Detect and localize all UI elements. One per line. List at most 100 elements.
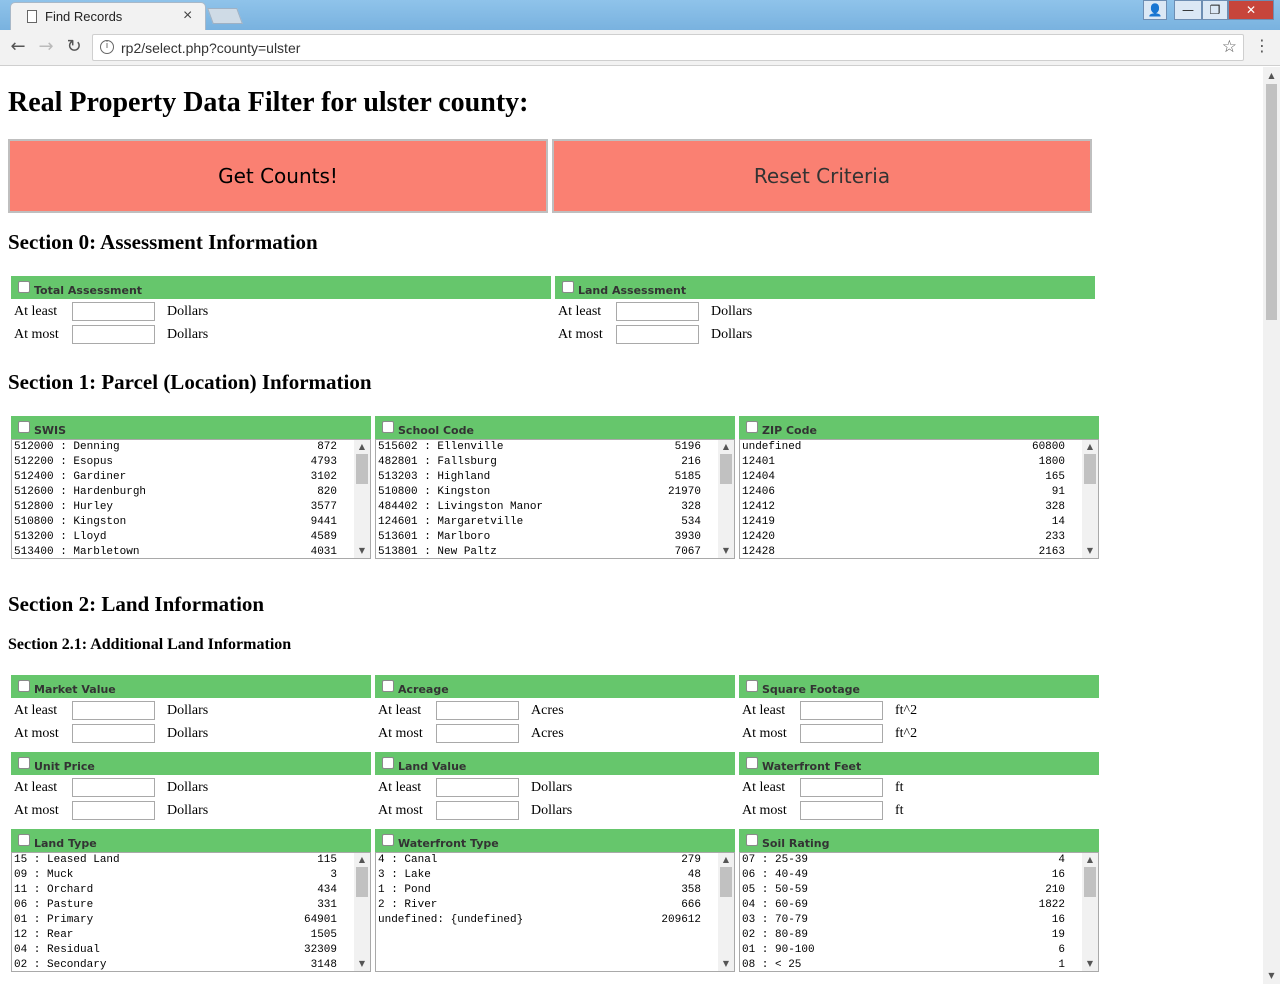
info-icon[interactable]: i <box>100 40 114 54</box>
scroll-up-icon[interactable]: ▲ <box>1082 853 1098 867</box>
waterfront-type-listbox[interactable]: 4 : Canal 279 3 : Lake 48 1 : Pond 358 2 : Riv… <box>375 852 735 972</box>
scroll-down-icon[interactable]: ▼ <box>354 544 370 558</box>
scroll-up-icon[interactable]: ▲ <box>1082 440 1098 454</box>
scroll-down-icon[interactable]: ▼ <box>354 957 370 971</box>
market-value-max-input[interactable] <box>72 724 155 743</box>
browser-menu-icon[interactable]: ⋮ <box>1254 36 1270 55</box>
total-assessment-checkbox[interactable] <box>18 281 30 293</box>
zip-code-checkbox[interactable] <box>746 421 758 433</box>
list-option[interactable]: 04 : 60-69 1822 <box>740 898 1098 913</box>
list-option[interactable]: 15 : Leased Land 115 <box>12 853 370 868</box>
list-option[interactable]: 510800 : Kingston 9441 <box>12 515 370 530</box>
scroll-down-icon[interactable]: ▼ <box>1263 967 1280 984</box>
scroll-thumb[interactable] <box>356 454 368 484</box>
swis-listbox[interactable]: 512000 : Denning 872 512200 : Esopus 4793 51… <box>11 439 371 559</box>
list-option[interactable]: 512600 : Hardenburgh 820 <box>12 485 370 500</box>
list-option[interactable]: 513801 : New Paltz 7067 <box>376 545 734 558</box>
scroll-down-icon[interactable]: ▼ <box>1082 544 1098 558</box>
list-option[interactable]: 12406 91 <box>740 485 1098 500</box>
minimize-button[interactable]: — <box>1174 0 1202 20</box>
list-option[interactable]: 07 : 25-39 4 <box>740 853 1098 868</box>
list-option[interactable]: 08 : < 25 1 <box>740 958 1098 971</box>
swis-scrollbar[interactable]: ▲ ▼ <box>354 440 370 558</box>
list-option[interactable]: 482801 : Fallsburg 216 <box>376 455 734 470</box>
swis-checkbox[interactable] <box>18 421 30 433</box>
square-footage-min-input[interactable] <box>800 701 883 720</box>
list-option[interactable]: 12 : Rear 1505 <box>12 928 370 943</box>
list-option[interactable]: 01 : 90-100 6 <box>740 943 1098 958</box>
land-assessment-min-input[interactable] <box>616 302 699 321</box>
list-option[interactable]: 510800 : Kingston 21970 <box>376 485 734 500</box>
scroll-thumb[interactable] <box>720 454 732 484</box>
list-option[interactable]: 515602 : Ellenville 5196 <box>376 440 734 455</box>
school-code-listbox[interactable]: 515602 : Ellenville 5196 482801 : Fallsbur… <box>375 439 735 559</box>
total-assessment-max-input[interactable] <box>72 325 155 344</box>
land-type-scrollbar[interactable]: ▲ ▼ <box>354 853 370 971</box>
new-tab-button[interactable] <box>207 8 243 24</box>
browser-tab[interactable]: Find Records × <box>10 2 206 30</box>
market-value-min-input[interactable] <box>72 701 155 720</box>
waterfront-feet-min-input[interactable] <box>800 778 883 797</box>
list-option[interactable]: 513601 : Marlboro 3930 <box>376 530 734 545</box>
scroll-thumb[interactable] <box>356 867 368 897</box>
acreage-min-input[interactable] <box>436 701 519 720</box>
waterfront-feet-checkbox[interactable] <box>746 757 758 769</box>
list-option[interactable]: 09 : Muck 3 <box>12 868 370 883</box>
list-option[interactable]: 12401 1800 <box>740 455 1098 470</box>
list-option[interactable]: 512800 : Hurley 3577 <box>12 500 370 515</box>
list-option[interactable]: 12428 2163 <box>740 545 1098 558</box>
forward-button[interactable]: → <box>36 36 56 57</box>
scroll-down-icon[interactable]: ▼ <box>1082 957 1098 971</box>
zip-code-scrollbar[interactable]: ▲ ▼ <box>1082 440 1098 558</box>
zip-code-listbox[interactable]: undefined 60800 12401 1800 12404 165 12406 91 12… <box>739 439 1099 559</box>
list-option[interactable]: 4 : Canal 279 <box>376 853 734 868</box>
scroll-up-icon[interactable]: ▲ <box>354 440 370 454</box>
scroll-down-icon[interactable]: ▼ <box>718 957 734 971</box>
list-option[interactable]: 11 : Orchard 434 <box>12 883 370 898</box>
scroll-thumb[interactable] <box>1084 867 1096 897</box>
list-option[interactable]: 06 : 40-49 16 <box>740 868 1098 883</box>
list-option[interactable]: 1 : Pond 358 <box>376 883 734 898</box>
soil-rating-listbox[interactable]: 07 : 25-39 4 06 : 40-49 16 05 : 50-59 210 04 :… <box>739 852 1099 972</box>
maximize-button[interactable]: ❐ <box>1202 0 1228 20</box>
list-option[interactable]: 3 : Lake 48 <box>376 868 734 883</box>
acreage-max-input[interactable] <box>436 724 519 743</box>
list-option[interactable]: 12404 165 <box>740 470 1098 485</box>
scroll-up-icon[interactable]: ▲ <box>718 853 734 867</box>
land-value-min-input[interactable] <box>436 778 519 797</box>
back-button[interactable]: ← <box>8 36 28 57</box>
reload-button[interactable]: ↻ <box>64 36 84 57</box>
window-close-button[interactable]: ✕ <box>1228 0 1274 20</box>
land-type-listbox[interactable]: 15 : Leased Land 115 09 : Muck 3 11 : Orchar… <box>11 852 371 972</box>
land-type-checkbox[interactable] <box>18 834 30 846</box>
land-value-checkbox[interactable] <box>382 757 394 769</box>
list-option[interactable]: 513203 : Highland 5185 <box>376 470 734 485</box>
bookmark-star-icon[interactable]: ☆ <box>1222 37 1237 57</box>
square-footage-max-input[interactable] <box>800 724 883 743</box>
acreage-checkbox[interactable] <box>382 680 394 692</box>
list-option[interactable]: 04 : Residual 32309 <box>12 943 370 958</box>
school-code-checkbox[interactable] <box>382 421 394 433</box>
list-option[interactable]: 512000 : Denning 872 <box>12 440 370 455</box>
soil-rating-checkbox[interactable] <box>746 834 758 846</box>
list-option[interactable]: 513200 : Lloyd 4589 <box>12 530 370 545</box>
scroll-up-icon[interactable]: ▲ <box>354 853 370 867</box>
list-option[interactable]: 484402 : Livingston Manor 328 <box>376 500 734 515</box>
list-option[interactable]: 512200 : Esopus 4793 <box>12 455 370 470</box>
scroll-thumb[interactable] <box>720 867 732 897</box>
waterfront-feet-max-input[interactable] <box>800 801 883 820</box>
list-option[interactable]: 12412 328 <box>740 500 1098 515</box>
school-code-scrollbar[interactable]: ▲ ▼ <box>718 440 734 558</box>
list-option[interactable]: 02 : 80-89 19 <box>740 928 1098 943</box>
scroll-up-icon[interactable]: ▲ <box>718 440 734 454</box>
scroll-thumb[interactable] <box>1266 84 1277 320</box>
waterfront-type-scrollbar[interactable]: ▲ ▼ <box>718 853 734 971</box>
list-option[interactable]: 513400 : Marbletown 4031 <box>12 545 370 558</box>
scroll-down-icon[interactable]: ▼ <box>718 544 734 558</box>
page-scrollbar[interactable]: ▲ ▼ <box>1263 67 1280 984</box>
tab-close-icon[interactable]: × <box>183 7 192 25</box>
list-option[interactable]: 01 : Primary 64901 <box>12 913 370 928</box>
scroll-up-icon[interactable]: ▲ <box>1263 67 1280 84</box>
reset-criteria-button[interactable]: Reset Criteria <box>552 139 1092 213</box>
market-value-checkbox[interactable] <box>18 680 30 692</box>
